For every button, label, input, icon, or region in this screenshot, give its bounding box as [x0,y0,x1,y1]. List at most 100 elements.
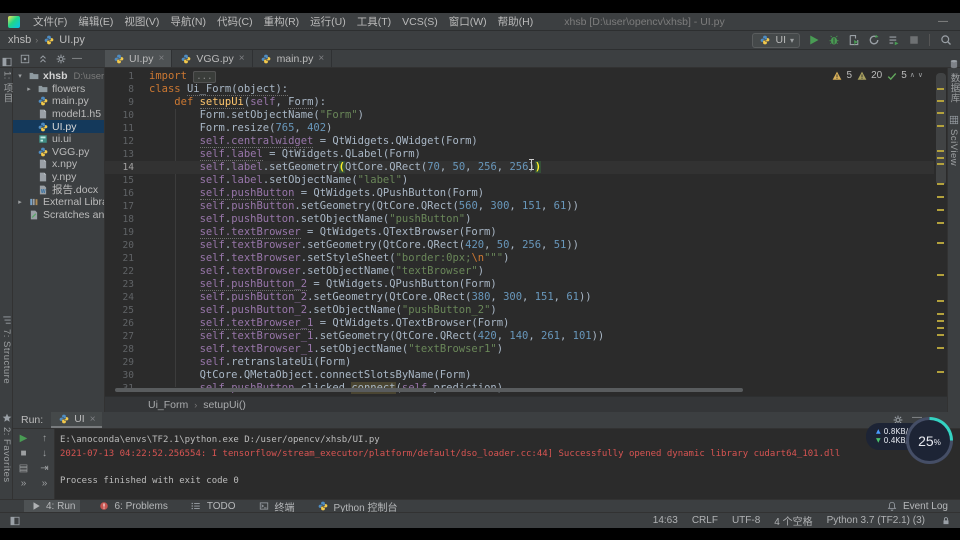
locate-file-button[interactable] [18,52,31,65]
code-line-1[interactable]: 1 import ... [105,70,934,83]
panel-settings-button[interactable] [54,52,67,65]
line-number[interactable]: 16 [105,187,139,200]
prev-issue-button[interactable]: ∧ [910,72,915,79]
line-number[interactable]: 17 [105,200,139,213]
tab-VGG.py[interactable]: VGG.py × [172,50,253,67]
stop-button[interactable] [907,34,920,47]
menu-item[interactable]: 工具(T) [352,13,396,31]
interpreter[interactable]: Python 3.7 (TF2.1) (3) [827,515,925,526]
code-line-27[interactable]: 27 self.textBrowser_1.setGeometry(QtCore… [105,330,934,343]
line-number[interactable]: 20 [105,239,139,252]
tree-item-VGG.py[interactable]: VGG.py [13,146,104,159]
toolwindow-button-4: Run[interactable]: 4: Run [24,500,81,512]
run-with-coverage-button[interactable] [847,34,860,47]
rerun-icon[interactable]: ▶ [20,433,28,444]
code-line-26[interactable]: 26 self.textBrowser_1 = QtWidgets.QTextB… [105,317,934,330]
soft-wrap-icon[interactable]: ⇥ [40,463,48,474]
stop-icon[interactable]: ■ [20,448,26,459]
tree-item-xhsb[interactable]: ▾ xhsb D:\user\opencv\xhsb [13,70,104,83]
menu-item[interactable]: 代码(C) [212,13,258,31]
toolwindow-button-6: Problems[interactable]: 6: Problems [92,500,172,512]
line-number[interactable]: 9 [105,96,139,109]
hide-panel-button[interactable]: — [72,53,82,64]
code-line-10[interactable]: 10 Form.setObjectName("Form") [105,109,934,122]
tree-item-main.py[interactable]: main.py [13,95,104,108]
scroll-down-icon[interactable]: ↓ [42,448,47,459]
menu-item[interactable]: 窗口(W) [444,13,492,31]
code-line-19[interactable]: 19 self.textBrowser = QtWidgets.QTextBro… [105,226,934,239]
run-console-output[interactable]: E:\anoconda\envs\TF2.1\python.exe D:/use… [56,429,960,499]
toolwindow-button-Python 控制台[interactable]: Python 控制台 [312,500,403,514]
line-number[interactable]: 26 [105,317,139,330]
search-everywhere-button[interactable] [939,34,952,47]
line-number[interactable]: 1 [105,70,139,83]
menu-item[interactable]: 帮助(H) [493,13,539,31]
tree-item-x.npy[interactable]: x.npy [13,158,104,171]
tab-main.py[interactable]: main.py × [253,50,333,67]
editor-horizontal-scrollbar[interactable] [115,388,743,392]
indent-setting[interactable]: 4 个空格 [774,513,812,528]
more-options-icon[interactable]: » [21,478,27,489]
tool-strip-project[interactable]: 1: 项目 [0,55,13,103]
tool-strip-sciview[interactable]: SciView [947,113,960,166]
debug-button[interactable] [827,34,840,47]
code-line-12[interactable]: 12 self.centralwidget = QtWidgets.QWidge… [105,135,934,148]
menu-item[interactable]: 编辑(E) [73,13,118,31]
scroll-up-icon[interactable]: ↑ [42,433,47,444]
line-number[interactable]: 21 [105,252,139,265]
line-number[interactable]: 24 [105,291,139,304]
breadcrumb-project[interactable]: xhsb [8,34,31,46]
readonly-lock-icon[interactable] [939,514,952,527]
line-number[interactable]: 11 [105,122,139,135]
code-line-16[interactable]: 16 self.pushButton = QtWidgets.QPushButt… [105,187,934,200]
tab-close-icon[interactable]: × [318,53,324,64]
window-minimize-button[interactable]: — [934,16,952,27]
code-line-23[interactable]: 23 self.pushButton_2 = QtWidgets.QPushBu… [105,278,934,291]
next-issue-button[interactable]: ∨ [918,72,923,79]
line-number[interactable]: 29 [105,356,139,369]
line-number[interactable]: 28 [105,343,139,356]
code-line-17[interactable]: 17 self.pushButton.setGeometry(QtCore.QR… [105,200,934,213]
line-number[interactable]: 10 [105,109,139,122]
menu-item[interactable]: VCS(S) [397,13,443,31]
menu-item[interactable]: 文件(F) [28,13,72,31]
code-editor[interactable]: 1 import ... 8 class Ui_Form(object): 9 def … [105,68,947,412]
line-number[interactable]: 18 [105,213,139,226]
line-number[interactable]: 25 [105,304,139,317]
code-line-29[interactable]: 29 self.retranslateUi(Form) [105,356,934,369]
event-log-button[interactable]: Event Log [886,500,948,513]
tree-item-model1.h5[interactable]: model1.h5 [13,108,104,121]
code-line-25[interactable]: 25 self.pushButton_2.setObjectName("push… [105,304,934,317]
code-line-15[interactable]: 15 self.label.setObjectName("label") [105,174,934,187]
code-line-14[interactable]: 14 self.label.setGeometry(QtCore.QRect(7… [105,161,934,174]
tool-window-switcher-icon[interactable] [8,514,21,527]
inspections-widget[interactable]: 5 20 5 ∧ ∨ [828,69,925,82]
run-configuration-select[interactable]: UI ▾ [752,32,800,48]
encoding[interactable]: UTF-8 [732,515,760,526]
code-line-24[interactable]: 24 self.pushButton_2.setGeometry(QtCore.… [105,291,934,304]
collapse-all-button[interactable] [36,52,49,65]
tree-item-External Libraries[interactable]: ▸ External Libraries [13,196,104,209]
caret-position[interactable]: 14:63 [653,515,678,526]
code-line-8[interactable]: 8 class Ui_Form(object): [105,83,934,96]
breadcrumb-file[interactable]: UI.py [59,34,85,46]
toolwindow-button-终端[interactable]: 终端 [253,500,300,514]
run-tab-ui[interactable]: UI × [51,412,102,428]
menu-item[interactable]: 导航(N) [165,13,211,31]
tree-item-Scratches and Consoles[interactable]: Scratches and Consoles [13,209,104,222]
line-number[interactable]: 22 [105,265,139,278]
code-line-18[interactable]: 18 self.pushButton.setObjectName("pushBu… [105,213,934,226]
line-number[interactable]: 27 [105,330,139,343]
line-number[interactable]: 12 [105,135,139,148]
code-line-28[interactable]: 28 self.textBrowser_1.setObjectName("tex… [105,343,934,356]
more-options-icon[interactable]: » [42,478,48,489]
line-number[interactable]: 14 [105,161,139,174]
code-line-11[interactable]: 11 Form.resize(765, 402) [105,122,934,135]
code-line-9[interactable]: 9 def setupUi(self, Form): [105,96,934,109]
code-line-21[interactable]: 21 self.textBrowser.setStyleSheet("borde… [105,252,934,265]
menu-item[interactable]: 重构(R) [259,13,305,31]
code-line-13[interactable]: 13 self.label = QtWidgets.QLabel(Form) [105,148,934,161]
line-number[interactable]: 15 [105,174,139,187]
tool-strip-database[interactable]: 数据库 [947,57,960,103]
line-number[interactable]: 30 [105,369,139,382]
